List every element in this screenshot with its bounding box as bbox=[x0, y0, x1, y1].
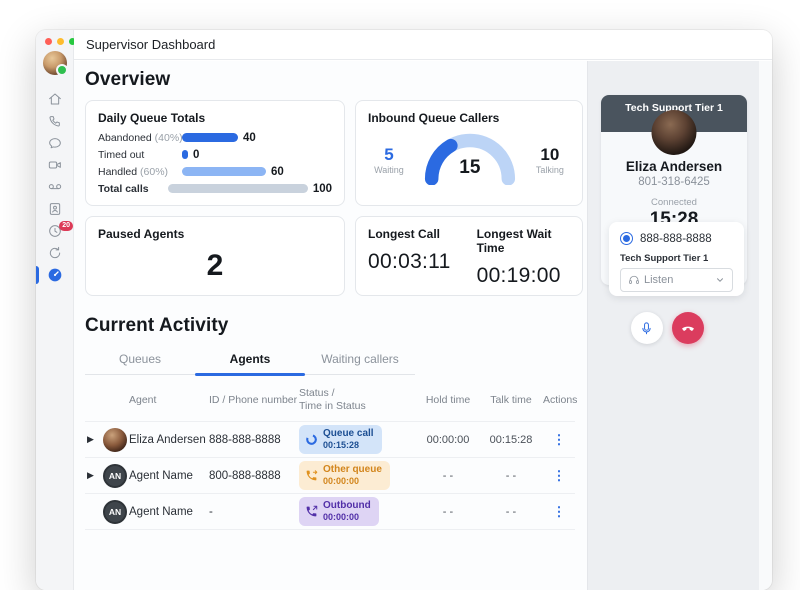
inbound-gauge: 15 bbox=[418, 127, 522, 185]
overview-title: Overview bbox=[85, 69, 171, 90]
hang-up-phone-icon bbox=[681, 326, 694, 331]
home-icon bbox=[49, 93, 61, 105]
line-radio-button[interactable] bbox=[620, 232, 633, 245]
table-row: ▶ AN Agent Name 800-888-8888 Other queue… bbox=[85, 457, 575, 493]
status-badge: Outbound 00:00:00 bbox=[299, 497, 379, 527]
bar-abandoned bbox=[182, 133, 238, 142]
chevron-down-icon bbox=[717, 278, 723, 282]
table-row: ▶ AN Agent Name - Outbound00:00:00 - - -… bbox=[85, 493, 575, 529]
bar-timedout bbox=[182, 150, 188, 159]
bar-total bbox=[167, 184, 308, 193]
row-actions-menu-button[interactable]: ⋮ bbox=[553, 432, 566, 447]
outbound-phone-icon bbox=[306, 505, 318, 517]
tab-waiting-callers[interactable]: Waiting callers bbox=[305, 346, 415, 374]
app-title: Supervisor Dashboard bbox=[86, 37, 216, 52]
agents-table: Agent ID / Phone number Status / Time in… bbox=[85, 381, 578, 565]
row-actions-menu-button[interactable]: ⋮ bbox=[553, 468, 566, 483]
minimize-window-button[interactable] bbox=[57, 38, 64, 45]
bar-row-timedout: Timed out 0 bbox=[98, 148, 200, 161]
expand-row-button[interactable]: ▶ bbox=[85, 470, 103, 481]
phone-icon bbox=[49, 116, 60, 127]
top-bar: Supervisor Dashboard bbox=[74, 30, 772, 60]
panel-edge bbox=[759, 61, 772, 590]
sidebar-item-voicemail[interactable] bbox=[36, 176, 74, 198]
table-header: Agent ID / Phone number Status / Time in… bbox=[129, 387, 578, 413]
talking-stat: 10 Talking bbox=[535, 145, 564, 175]
hang-up-button[interactable] bbox=[671, 312, 704, 344]
sidebar-item-home[interactable] bbox=[36, 88, 74, 110]
video-icon bbox=[48, 161, 61, 169]
tab-agents[interactable]: Agents bbox=[195, 346, 305, 376]
sidebar-item-history[interactable]: 20 bbox=[36, 220, 74, 242]
bar-handled bbox=[182, 167, 266, 176]
paused-agents-card: Paused Agents 2 bbox=[85, 216, 345, 296]
table-row: ▶ Eliza Andersen 888-888-8888 Queue call… bbox=[85, 421, 575, 457]
caller-name: Eliza Andersen bbox=[625, 159, 723, 174]
sidebar: 20 bbox=[36, 30, 76, 590]
microphone-icon bbox=[642, 321, 651, 334]
inbound-title: Inbound Queue Callers bbox=[368, 111, 500, 125]
paused-agents-title: Paused Agents bbox=[98, 227, 185, 241]
user-avatar[interactable] bbox=[43, 51, 68, 76]
activity-tabs: Queues Agents Waiting callers bbox=[85, 346, 415, 376]
history-badge: 20 bbox=[59, 221, 73, 231]
current-activity-title: Current Activity bbox=[85, 315, 229, 336]
voicemail-icon bbox=[48, 184, 62, 190]
bar-row-abandoned: Abandoned (40%) 40 bbox=[98, 131, 256, 144]
chat-icon bbox=[49, 138, 61, 149]
dashboard-gauge-icon bbox=[48, 268, 62, 282]
tab-queues[interactable]: Queues bbox=[85, 346, 195, 374]
longest-card: Longest Call 00:03:11 Longest Wait Time … bbox=[355, 216, 583, 296]
sidebar-item-messages[interactable] bbox=[36, 132, 74, 154]
window-controls[interactable] bbox=[45, 38, 76, 45]
status-badge: Other queue 00:00:00 bbox=[299, 461, 390, 491]
listen-mode-dropdown[interactable]: Listen bbox=[620, 268, 733, 292]
daily-queue-title: Daily Queue Totals bbox=[98, 111, 206, 125]
headphones-icon bbox=[629, 275, 639, 284]
agent-avatar: AN bbox=[103, 499, 127, 524]
waiting-stat: 5 Waiting bbox=[374, 145, 404, 175]
status-badge: Queue call 00:15:28 bbox=[299, 425, 382, 455]
monitor-card: 888-888-8888 Tech Support Tier 1 Listen bbox=[609, 222, 744, 296]
contact-card-icon bbox=[49, 203, 61, 215]
sidebar-item-contacts[interactable] bbox=[36, 198, 74, 220]
gauge-total-value: 15 bbox=[459, 157, 481, 178]
longest-wait: Longest Wait Time 00:19:00 bbox=[476, 227, 561, 287]
refresh-icon bbox=[49, 246, 61, 259]
sidebar-item-meetings[interactable] bbox=[36, 154, 74, 176]
call-panel: Tech Support Tier 1 Eliza Andersen 801-3… bbox=[587, 61, 772, 590]
caller-avatar bbox=[651, 110, 697, 155]
mute-button[interactable] bbox=[630, 312, 663, 344]
expand-row-button[interactable]: ▶ bbox=[85, 434, 103, 445]
table-row bbox=[85, 529, 575, 565]
app-window: 20 Supervisor Dashboard Overview Daily Q… bbox=[36, 30, 772, 590]
caller-number: 801-318-6425 bbox=[638, 176, 710, 188]
listen-label: Listen bbox=[644, 274, 674, 286]
sidebar-item-sync[interactable] bbox=[36, 242, 74, 264]
inbound-card: Inbound Queue Callers 5 Waiting 15 10 Ta… bbox=[355, 100, 583, 206]
daily-queue-bars: Abandoned (40%) 40 Timed out 0 Handled (… bbox=[98, 131, 332, 195]
longest-call: Longest Call 00:03:11 bbox=[368, 227, 451, 273]
agent-avatar bbox=[103, 427, 127, 452]
other-queue-phone-icon bbox=[306, 470, 318, 481]
row-actions-menu-button[interactable]: ⋮ bbox=[553, 504, 566, 519]
call-status-label: Connected bbox=[651, 197, 697, 208]
queue-call-icon bbox=[306, 434, 317, 446]
daily-queue-card: Daily Queue Totals Abandoned (40%) 40 Ti… bbox=[85, 100, 345, 206]
bar-row-total: Total calls 100 bbox=[98, 182, 332, 195]
paused-agents-value: 2 bbox=[206, 249, 224, 282]
agent-avatar: AN bbox=[103, 463, 127, 488]
monitor-queue-label: Tech Support Tier 1 bbox=[620, 253, 709, 264]
bar-row-handled: Handled (60%) 60 bbox=[98, 165, 284, 178]
sidebar-item-calls[interactable] bbox=[36, 110, 74, 132]
close-window-button[interactable] bbox=[45, 38, 52, 45]
line-number: 888-888-8888 bbox=[640, 232, 712, 245]
sidebar-item-dashboard[interactable] bbox=[36, 264, 74, 286]
dashboard-content: Overview Daily Queue Totals Abandoned (4… bbox=[74, 61, 587, 590]
